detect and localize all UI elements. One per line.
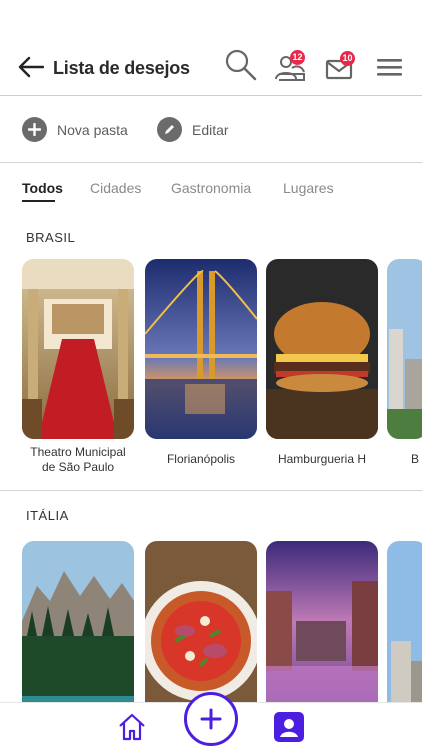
users-badge: 12 — [290, 50, 305, 65]
tab-lugares[interactable]: Lugares — [283, 180, 334, 196]
header: Lista de desejos 12 10 — [0, 0, 422, 96]
profile-icon[interactable] — [274, 712, 304, 742]
card-partial-italia[interactable] — [387, 541, 422, 721]
card-partial[interactable] — [387, 259, 422, 439]
edit-label: Editar — [192, 121, 229, 138]
burger-image — [266, 259, 378, 439]
city-image — [387, 259, 422, 439]
section-title-brasil: BRASIL — [26, 230, 76, 245]
add-button[interactable] — [184, 692, 238, 746]
card-dolomites[interactable] — [22, 541, 134, 721]
mail-badge: 10 — [340, 51, 355, 66]
card-caption: B — [355, 452, 422, 467]
venice-image — [266, 541, 378, 721]
actions-bar: Nova pasta Editar — [0, 97, 422, 163]
section-divider — [0, 490, 422, 491]
plus-circle-icon — [22, 117, 47, 142]
plus-icon — [200, 708, 222, 730]
city-image — [387, 541, 422, 721]
tab-cidades[interactable]: Cidades — [90, 180, 141, 196]
home-icon[interactable] — [116, 711, 148, 743]
tab-gastronomia[interactable]: Gastronomia — [171, 180, 251, 196]
new-folder-button[interactable]: Nova pasta — [22, 117, 128, 142]
edit-button[interactable]: Editar — [157, 117, 229, 142]
card-theatro-municipal[interactable] — [22, 259, 134, 439]
section-title-italia: ITÁLIA — [26, 508, 69, 523]
card-caption: Theatro Municipal de São Paulo — [16, 445, 140, 475]
caption-line: B — [410, 452, 419, 466]
caption-line: Florianópolis — [166, 452, 236, 466]
card-hamburgueria[interactable] — [266, 259, 378, 439]
back-arrow-icon[interactable] — [18, 56, 44, 78]
caption-line: Theatro Municipal — [30, 445, 126, 459]
card-caption: Florianópolis — [139, 452, 263, 467]
mountain-image — [22, 541, 134, 721]
theatro-image — [22, 259, 134, 439]
card-venice[interactable] — [266, 541, 378, 721]
caption-line: de São Paulo — [41, 460, 115, 474]
card-florianopolis[interactable] — [145, 259, 257, 439]
messages-button[interactable]: 10 — [325, 51, 361, 84]
search-icon[interactable] — [224, 48, 258, 82]
new-folder-label: Nova pasta — [57, 121, 128, 138]
pencil-icon — [157, 117, 182, 142]
florianopolis-image — [145, 259, 257, 439]
users-button[interactable]: 12 — [274, 50, 310, 84]
tab-todos[interactable]: Todos — [22, 180, 63, 202]
page-title: Lista de desejos — [53, 58, 190, 78]
menu-icon[interactable] — [376, 58, 404, 78]
